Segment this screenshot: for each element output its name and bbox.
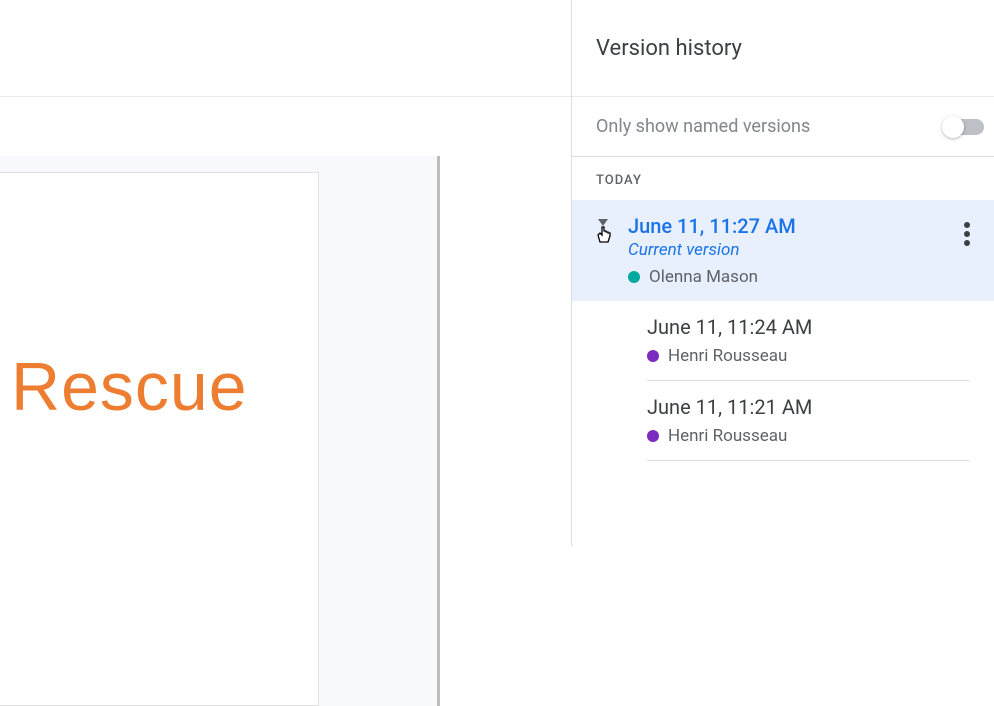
top-bar xyxy=(0,0,571,97)
named-versions-toggle[interactable] xyxy=(944,119,984,135)
sidebar-header: Version history xyxy=(572,0,994,97)
expand-arrow-icon[interactable] xyxy=(598,219,608,226)
author-name: Henri Rousseau xyxy=(668,346,787,366)
version-author: Henri Rousseau xyxy=(647,426,970,446)
sub-versions-list: June 11, 11:24 AM Henri Rousseau June 11… xyxy=(572,301,994,460)
version-item[interactable]: June 11, 11:24 AM Henri Rousseau xyxy=(647,301,970,381)
author-color-dot xyxy=(628,271,640,283)
version-timestamp: June 11, 11:24 AM xyxy=(647,315,970,339)
document-title-text: Rescue xyxy=(11,348,248,426)
more-options-icon[interactable] xyxy=(960,218,974,250)
sidebar-title: Version history xyxy=(596,36,742,61)
named-versions-label: Only show named versions xyxy=(596,116,944,137)
version-item-current[interactable]: June 11, 11:27 AM Current version Olenna… xyxy=(572,200,994,301)
version-author: Olenna Mason xyxy=(628,267,970,287)
version-item[interactable]: June 11, 11:21 AM Henri Rousseau xyxy=(647,381,970,460)
version-timestamp: June 11, 11:27 AM xyxy=(628,214,970,238)
version-history-sidebar: Version history Only show named versions… xyxy=(572,0,994,546)
document-container: Rescue xyxy=(0,156,440,706)
version-author: Henri Rousseau xyxy=(647,346,970,366)
author-color-dot xyxy=(647,350,659,362)
named-versions-toggle-row[interactable]: Only show named versions xyxy=(572,97,994,157)
version-timestamp: June 11, 11:21 AM xyxy=(647,395,970,419)
version-list: TODAY June 11, 11:27 AM Current version … xyxy=(572,157,994,546)
document-preview-area: Rescue xyxy=(0,0,572,546)
document-page: Rescue xyxy=(0,172,319,706)
date-group-label: TODAY xyxy=(572,157,994,200)
separator xyxy=(647,460,970,461)
version-current-label: Current version xyxy=(628,240,970,260)
author-name: Henri Rousseau xyxy=(668,426,787,446)
author-name: Olenna Mason xyxy=(649,267,758,287)
author-color-dot xyxy=(647,430,659,442)
